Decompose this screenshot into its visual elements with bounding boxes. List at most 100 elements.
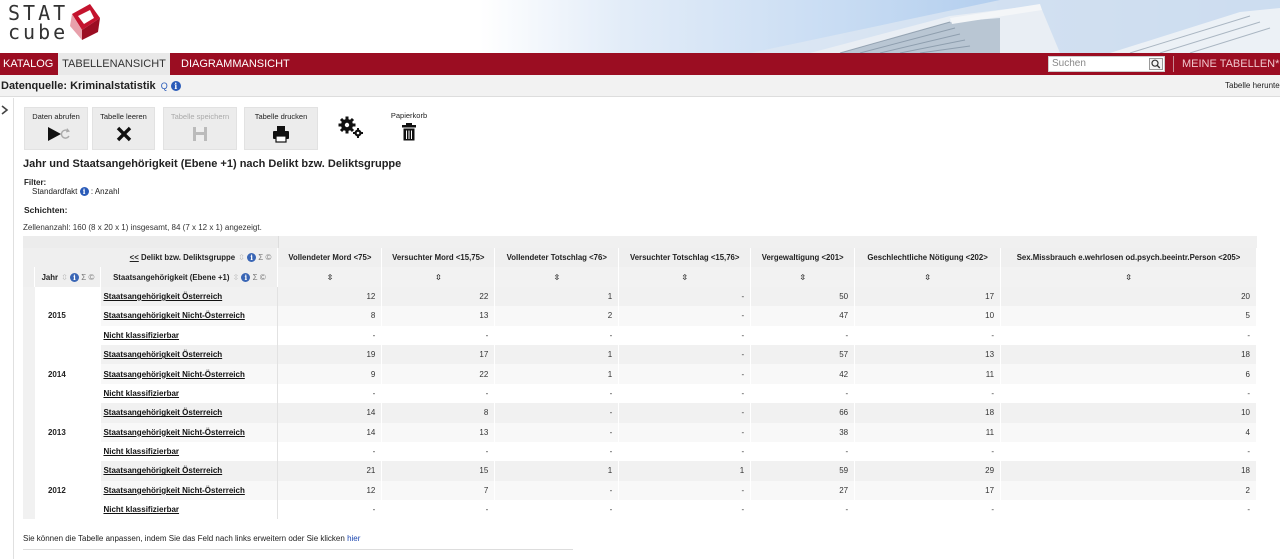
value-cell: - bbox=[494, 500, 620, 520]
nationality-cell[interactable]: Staatsangehörigkeit Nicht-Österreich bbox=[100, 422, 279, 442]
column-header[interactable]: Versuchter Totschlag <15,76> bbox=[618, 248, 752, 268]
tab-katalog[interactable]: KATALOG bbox=[0, 53, 56, 75]
sort-icon[interactable]: ⇳ bbox=[1000, 267, 1257, 287]
copyright-icon[interactable]: © bbox=[265, 253, 271, 262]
trash-button[interactable]: Papierkorb bbox=[384, 107, 434, 146]
sort-icon[interactable]: ⇳ bbox=[618, 267, 752, 287]
print-table-label: Tabelle drucken bbox=[254, 112, 308, 121]
download-table-link[interactable]: Tabelle herunte bbox=[1225, 81, 1280, 90]
logo-line-2: cube bbox=[8, 20, 69, 44]
value-cell: 6 bbox=[1000, 364, 1257, 384]
value-cell: - bbox=[277, 500, 383, 520]
sum-icon[interactable]: Σ bbox=[253, 273, 258, 282]
info-icon[interactable]: i bbox=[79, 187, 89, 197]
my-tables-link[interactable]: MEINE TABELLEN* bbox=[1182, 53, 1279, 75]
pivot-table: << Delikt bzw. Deliktsgruppe ⇳ i Σ © Volle… bbox=[23, 248, 1257, 520]
value-cell: 21 bbox=[277, 461, 383, 481]
nationality-cell[interactable]: Nicht klassifizierbar bbox=[100, 383, 279, 404]
row-stub bbox=[23, 480, 35, 501]
column-header[interactable]: Versuchter Mord <15,75> bbox=[381, 248, 496, 268]
sort-icon[interactable]: ⇳ bbox=[232, 273, 239, 282]
expand-panel-chevron-icon[interactable] bbox=[1, 104, 9, 118]
tab-tabellenansicht[interactable]: TABELLENANSICHT bbox=[58, 53, 170, 75]
footer-here-link[interactable]: hier bbox=[347, 534, 360, 543]
nationality-cell[interactable]: Nicht klassifizierbar bbox=[100, 500, 279, 520]
cell-count-shown-link[interactable]: 7 x 12 x 1 bbox=[185, 223, 220, 232]
value-cell: - bbox=[618, 364, 752, 384]
filter-value: Standardfakt i : Anzahl bbox=[32, 187, 119, 197]
nationality-cell[interactable]: Nicht klassifizierbar bbox=[100, 325, 279, 345]
nationality-cell[interactable]: Staatsangehörigkeit Nicht-Österreich bbox=[100, 306, 279, 326]
sort-icon[interactable]: ⇳ bbox=[750, 267, 856, 287]
filter-heading: Filter: bbox=[24, 178, 47, 187]
print-table-button[interactable]: Tabelle drucken bbox=[244, 107, 318, 150]
year-cell[interactable]: 2012 bbox=[34, 461, 102, 520]
nationality-cell[interactable]: Staatsangehörigkeit Österreich bbox=[100, 461, 279, 481]
copyright-icon[interactable]: © bbox=[88, 273, 94, 282]
sort-icon[interactable]: ⇳ bbox=[61, 273, 68, 282]
nationality-cell[interactable]: Staatsangehörigkeit Österreich bbox=[100, 344, 279, 365]
year-cell[interactable]: 2015 bbox=[34, 286, 102, 345]
value-cell: - bbox=[618, 480, 752, 501]
value-cell: 2 bbox=[494, 306, 620, 326]
main-nav: KATALOG TABELLENANSICHT DIAGRAMMANSICHT … bbox=[0, 53, 1280, 75]
value-cell: - bbox=[494, 403, 620, 423]
value-cell: 59 bbox=[750, 461, 856, 481]
search-input[interactable]: Suchen bbox=[1048, 56, 1165, 72]
statcube-logo-icon bbox=[70, 4, 100, 40]
tab-diagrammansicht[interactable]: DIAGRAMMANSICHT bbox=[178, 53, 293, 75]
collapsed-side-panel bbox=[0, 98, 14, 559]
sum-icon[interactable]: Σ bbox=[258, 253, 263, 262]
info-icon[interactable]: i bbox=[241, 272, 251, 282]
column-dimension-tools: ⇳ i Σ © bbox=[238, 253, 271, 263]
nationality-cell[interactable]: Staatsangehörigkeit Österreich bbox=[100, 286, 279, 307]
cell-count-total-link[interactable]: 8 x 20 x 1 bbox=[91, 223, 126, 232]
sort-icon[interactable]: ⇳ bbox=[854, 267, 1002, 287]
column-header[interactable]: Vollendeter Totschlag <76> bbox=[494, 248, 620, 268]
nationality-cell[interactable]: Staatsangehörigkeit Nicht-Österreich bbox=[100, 364, 279, 384]
fetch-data-button[interactable]: Daten abrufen bbox=[24, 107, 88, 150]
value-cell: - bbox=[618, 500, 752, 520]
value-cell: - bbox=[1000, 441, 1257, 462]
info-icon[interactable]: i bbox=[247, 253, 257, 263]
year-cell[interactable]: 2013 bbox=[34, 403, 102, 462]
year-cell[interactable]: 2014 bbox=[34, 344, 102, 404]
nationality-cell[interactable]: Staatsangehörigkeit Österreich bbox=[100, 403, 279, 423]
row-stub bbox=[23, 500, 35, 520]
sort-icon[interactable]: ⇳ bbox=[494, 267, 620, 287]
copyright-icon[interactable]: © bbox=[260, 273, 266, 282]
table-row: Staatsangehörigkeit Nicht-Österreich 9 22 1… bbox=[23, 364, 1257, 384]
row-header-stub bbox=[23, 267, 36, 287]
nationality-cell[interactable]: Staatsangehörigkeit Nicht-Österreich bbox=[100, 480, 279, 501]
info-icon[interactable]: i bbox=[170, 81, 181, 92]
column-dimension-label: Delikt bzw. Deliktsgruppe bbox=[140, 253, 236, 263]
settings-button[interactable] bbox=[336, 115, 366, 144]
sort-icon[interactable]: ⇳ bbox=[277, 267, 383, 287]
drill-up-link[interactable]: << bbox=[130, 253, 139, 262]
print-icon bbox=[273, 126, 289, 143]
value-cell: 11 bbox=[854, 364, 1002, 384]
trash-label: Papierkorb bbox=[390, 111, 428, 120]
info-icon[interactable]: i bbox=[70, 272, 80, 282]
value-cell: 38 bbox=[750, 422, 856, 442]
value-cell: - bbox=[854, 441, 1002, 462]
data-table: << Delikt bzw. Deliktsgruppe ⇳ i Σ © Volle… bbox=[23, 236, 1257, 526]
sort-icon[interactable]: ⇳ bbox=[238, 253, 245, 262]
search-icon[interactable] bbox=[1149, 58, 1163, 70]
sum-icon[interactable]: Σ bbox=[81, 273, 86, 282]
sort-icon[interactable]: ⇳ bbox=[381, 267, 496, 287]
column-header[interactable]: Geschlechtliche Nötigung <202> bbox=[854, 248, 1002, 268]
value-cell: 42 bbox=[750, 364, 856, 384]
save-table-button[interactable]: Tabelle speichern bbox=[163, 107, 237, 150]
table-row: Nicht klassifizierbar - - - - - - - bbox=[23, 325, 1257, 345]
clear-table-button[interactable]: Tabelle leeren bbox=[92, 107, 155, 150]
value-cell: - bbox=[618, 422, 752, 442]
column-header[interactable]: Sex.Missbrauch e.wehrlosen od.psych.beei… bbox=[1000, 248, 1257, 268]
query-icon[interactable]: Q bbox=[161, 81, 168, 91]
value-cell: 22 bbox=[381, 364, 496, 384]
value-cell: - bbox=[1000, 325, 1257, 345]
column-header[interactable]: Vollendeter Mord <75> bbox=[277, 248, 383, 268]
statcube-logo-text[interactable]: STAT cube bbox=[8, 3, 69, 44]
column-header[interactable]: Vergewaltigung <201> bbox=[750, 248, 856, 268]
nationality-cell[interactable]: Nicht klassifizierbar bbox=[100, 441, 279, 462]
